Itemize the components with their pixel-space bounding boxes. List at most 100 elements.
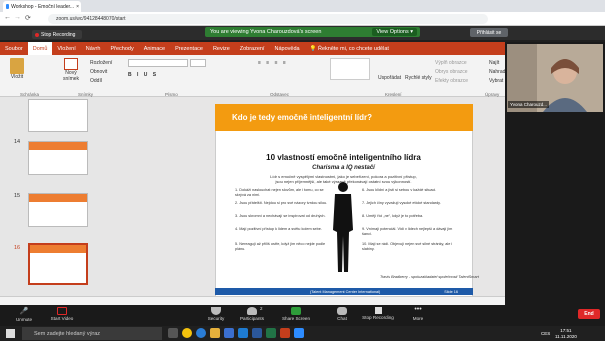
select-button[interactable]: Vybrat [489,78,503,84]
shapes-button[interactable] [330,58,370,80]
stop-recording-button[interactable]: Stop Recording [356,306,400,320]
ribbon-tab-view[interactable]: Zobrazení [235,42,270,55]
clock-date: 11.11.2020 [555,334,577,339]
right-item-6: 6. Jsou klidní a jistí si sebou v každé … [362,188,437,192]
picture-author: Travis Bradberry - spoluzakladatel spole… [380,275,479,279]
powerpoint-status-bar [0,296,505,305]
sharing-text: You are viewing Yvona Charouzdová's scre… [210,29,322,35]
ribbon-tab-home[interactable]: Domů [27,42,53,55]
reload-icon[interactable]: ⟳ [25,14,31,22]
chat-icon [337,307,347,315]
picture-title: 10 vlastností emočně inteligentního lídr… [266,153,421,162]
ribbon-tab-transitions[interactable]: Přechody [105,42,138,55]
ribbon-tab-animations[interactable]: Animace [139,42,170,55]
businessman-silhouette-icon [333,182,353,272]
tab-title: Workshop - Emoční leader... [11,3,75,10]
ribbon-tab-help[interactable]: Nápověda [270,42,305,55]
taskbar-search-box[interactable]: Sem zadejte hledaný výraz [22,327,162,340]
tell-me-label: Řekněte mi, co chcete udělat [317,45,389,52]
more-label: More [412,316,424,321]
ribbon-tabs: Soubor Domů Vložení Návrh Přechody Anima… [0,42,505,55]
thumbnail-14[interactable] [28,141,88,175]
find-button[interactable]: Najít [489,60,499,66]
reset-button[interactable]: Obnovit [90,69,107,75]
ribbon-home-panel: Vložit Nový snímek Rozložení Obnovit Odd… [0,55,508,97]
ribbon-tab-insert[interactable]: Vložení [52,42,80,55]
store-icon[interactable] [224,328,234,338]
chrome-icon[interactable] [182,328,192,338]
microphone-muted-icon: 🎤 [19,308,29,315]
paste-icon [10,58,24,74]
paragraph-buttons[interactable]: ≡ ≡ ≡ ≡ [258,60,288,66]
input-language[interactable]: CES [541,331,550,336]
task-view-icon[interactable] [168,328,178,338]
chat-label: Chat [337,316,347,321]
end-label: End [584,311,594,317]
new-slide-button[interactable]: Nový snímek [58,58,84,82]
share-screen-button[interactable]: Share Screen [274,306,318,321]
more-button[interactable]: ••• More [396,306,440,321]
taskbar-search-text: Sem zadejte hledaný výraz [34,330,101,337]
view-options-button[interactable]: View Options ▾ [372,28,417,36]
browser-tab[interactable]: Workshop - Emoční leader... × [3,1,81,12]
word-icon[interactable] [252,328,262,338]
slide-thumbnails-pane: 14 15 16 17 [0,97,100,305]
left-item-3: 3. Jsou skromní a nechávají se inspirova… [235,214,326,218]
font-format-buttons[interactable]: B I U S [128,72,158,78]
share-screen-label: Share Screen [281,316,311,321]
tell-me-search[interactable]: 💡 Řekněte mi, co chcete udělat [305,42,394,55]
url-field[interactable]: zoom.us/wc/94128448070/start [48,14,488,24]
thumbnail-15[interactable] [28,193,88,227]
back-icon[interactable]: ← [4,14,11,21]
windows-start-icon[interactable] [6,329,15,338]
shape-effects-button[interactable]: Efekty obrazce [435,78,468,84]
ribbon-tab-file[interactable]: Soubor [0,42,28,55]
paste-button[interactable]: Vložit [5,58,29,80]
browser-tab-bar [0,0,605,12]
shape-fill-button[interactable]: Výplň obrazce [435,60,467,66]
zoom-icon[interactable] [294,328,304,338]
forward-icon[interactable]: → [14,14,21,21]
section-button[interactable]: Oddíl [90,78,102,84]
participant-name: Yvona Charouzd... [508,101,550,108]
quick-styles-button[interactable]: Rychlé styly [405,75,432,81]
arrange-button[interactable]: Uspořádat [378,75,401,81]
start-video-button[interactable]: Start Video [40,306,84,321]
record-dot-icon [35,32,39,37]
thumbnail-16-selected[interactable] [28,243,88,285]
slide-heading: Kdo je tedy emočně inteligentní lídr? [215,104,473,131]
shape-outline-button[interactable]: Obrys obrazce [435,69,468,75]
url-text: zoom.us/wc/94128448070/start [56,16,126,22]
file-explorer-icon[interactable] [210,328,220,338]
participants-label: Participants [239,316,264,321]
font-size-box[interactable] [190,59,206,67]
new-slide-label: Nový snímek [62,70,80,82]
excel-icon[interactable] [266,328,276,338]
share-screen-icon [291,307,301,315]
thumbnail-header [30,245,86,253]
end-meeting-button[interactable]: End [578,309,600,319]
participants-button[interactable]: Participants [230,306,274,321]
layout-button[interactable]: Rozložení [90,60,112,66]
edge-icon[interactable] [196,328,206,338]
ribbon-tab-design[interactable]: Návrh [81,42,106,55]
mail-icon[interactable] [238,328,248,338]
thumbnail-header [29,194,87,202]
stop-icon [374,307,382,314]
powerpoint-icon[interactable] [280,328,290,338]
view-options-label: View Options [376,29,409,35]
thumbnail-13[interactable] [28,99,88,132]
ribbon-tab-slideshow[interactable]: Prezentace [170,42,208,55]
stop-recording-label: Stop Recording [41,31,76,38]
sign-in-button[interactable]: Přihlásit se [470,28,508,37]
new-slide-icon [64,58,78,70]
font-name-box[interactable] [128,59,188,67]
ribbon-tab-review[interactable]: Revize [208,42,235,55]
participants-count: 2 [260,306,263,311]
stop-recording-bottom-label: Stop Recording [362,315,394,320]
video-off-icon [57,307,67,315]
tab-close-icon[interactable]: × [76,4,79,10]
stop-recording-top-button[interactable]: Stop Recording [32,30,82,39]
participants-icon [247,307,257,315]
taskbar-clock[interactable]: 17:51 11.11.2020 [555,328,577,340]
